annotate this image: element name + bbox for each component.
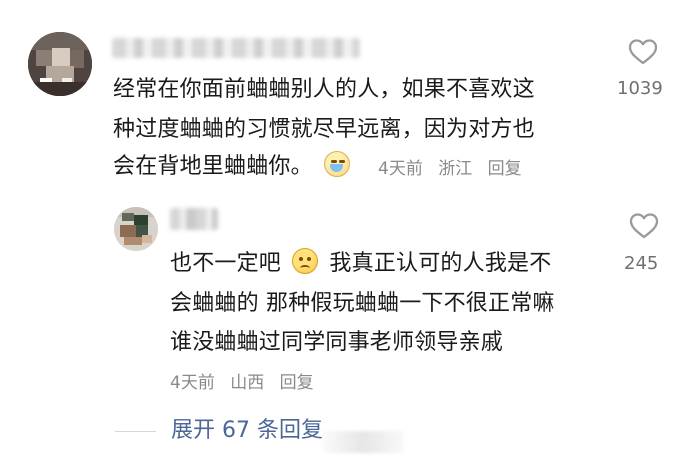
divider-line [115, 430, 156, 432]
watermark-overlay [322, 431, 404, 453]
main-comment-line-1: 经常在你面前蛐蛐别人的人，如果不喜欢这 [113, 77, 535, 102]
reply-comment-line-2: 会蛐蛐的 那种假玩蛐蛐一下不很正常嘛 [170, 291, 555, 316]
heart-icon[interactable] [629, 212, 659, 240]
main-comment-line-3-text: 会在背地里蛐蛐你。 [113, 154, 313, 179]
main-comment-location: 浙江 [438, 159, 473, 179]
reply-comment-meta: 4天前 山西 回复 [170, 371, 324, 395]
expand-replies-row[interactable]: 展开 67 条回复 [115, 416, 323, 446]
blurred-main-username[interactable] [112, 38, 360, 58]
avatar-image [114, 207, 158, 251]
main-comment-time: 4天前 [378, 159, 423, 179]
main-commenter-avatar[interactable] [28, 32, 92, 96]
main-like-count: 1039 [617, 78, 663, 99]
reply-comment-line-3: 谁没蛐蛐过同学同事老师领导亲戚 [170, 330, 504, 355]
main-comment-line-3: 会在背地里蛐蛐你。 [113, 147, 354, 187]
crying-face-icon [324, 151, 351, 177]
reply-like-count: 245 [624, 253, 659, 274]
main-comment-line-2: 种过度蛐蛐的习惯就尽早远离，因为对方也 [113, 117, 535, 142]
main-comment-reply-button[interactable]: 回复 [488, 159, 522, 179]
main-comment-meta: 4天前 浙江 回复 [378, 157, 532, 181]
reply-commenter-avatar[interactable] [114, 207, 158, 251]
reply-comment-line-1: 也不一定吧 我真正认可的人我是不 [170, 244, 551, 284]
reply-comment-time: 4天前 [170, 373, 215, 393]
expand-replies-button[interactable]: 展开 67 条回复 [171, 416, 323, 446]
blurred-reply-username[interactable] [170, 208, 218, 230]
avatar-image [28, 32, 92, 96]
reply-comment-location: 山西 [230, 373, 265, 393]
grinning-face-icon [292, 248, 319, 274]
reply-line-1-before-emoji: 也不一定吧 [170, 251, 282, 276]
heart-icon[interactable] [628, 38, 658, 66]
reply-line-1-after-emoji: 我真正认可的人我是不 [329, 251, 552, 276]
reply-comment-reply-button[interactable]: 回复 [280, 373, 314, 393]
comment-thread: 经常在你面前蛐蛐别人的人，如果不喜欢这 种过度蛐蛐的习惯就尽早远离，因为对方也 … [0, 0, 690, 461]
